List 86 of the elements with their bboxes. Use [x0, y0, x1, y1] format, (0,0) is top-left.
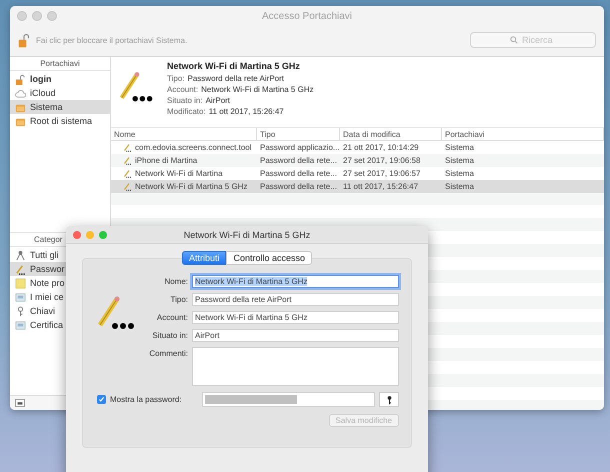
field-label: Tipo:: [167, 74, 184, 83]
table-cell: Password della rete...: [260, 156, 337, 165]
table-cell: Network Wi-Fi di Martina 5 GHz: [135, 182, 248, 191]
field-label: Account:: [156, 312, 189, 324]
pencil-icon: [15, 264, 26, 274]
field-label: Nome:: [163, 276, 189, 288]
table-cell: Password applicazio...: [260, 143, 340, 152]
tab[interactable]: Attributi: [182, 251, 226, 265]
column-header[interactable]: Nome: [111, 128, 257, 140]
input-field[interactable]: Network Wi-Fi di Martina 5 GHz: [192, 311, 399, 324]
category-item[interactable]: I miei ce: [10, 290, 110, 304]
key-icon: [15, 306, 26, 316]
table-cell: iPhone di Martina: [135, 156, 198, 165]
field-label: Situato in:: [151, 330, 189, 342]
table-cell: Password della rete...: [260, 182, 337, 191]
section-header: Portachiavi: [10, 57, 110, 71]
keychain-item[interactable]: Sistema: [10, 100, 110, 114]
category-item[interactable]: Tutti gli: [10, 248, 110, 262]
table-cell: Sistema: [445, 156, 474, 165]
checkbox[interactable]: [97, 395, 106, 404]
field-label: Situato in:: [167, 96, 203, 105]
table-cell: Password della rete...: [260, 169, 337, 178]
column-header[interactable]: Tipo: [257, 128, 340, 140]
field-label: Commenti:: [148, 348, 189, 360]
item-title: Network Wi-Fi di Martina 5 GHz: [167, 61, 301, 71]
table-cell: com.edovia.screens.connect.tool: [135, 143, 252, 152]
column-header[interactable]: Portachiavi: [442, 128, 604, 140]
certificate-icon: [15, 320, 26, 330]
keychain-item[interactable]: Root di sistema: [10, 114, 110, 128]
keychain-item[interactable]: login: [10, 72, 110, 86]
checkbox-label: Mostra la password:: [110, 395, 182, 404]
window-control[interactable]: [47, 11, 57, 21]
field-label: Account:: [167, 85, 198, 94]
table-cell: Sistema: [445, 143, 474, 152]
table-cell: 21 ott 2017, 10:14:29: [343, 143, 419, 152]
pencil-icon: [123, 182, 132, 191]
table-cell: Network Wi-Fi di Martina: [135, 169, 223, 178]
table-row[interactable]: Network Wi-Fi di Martina Password della rete... 27 set 2017, 19:06:57 Sistema: [111, 167, 604, 180]
tab[interactable]: Controllo accesso: [226, 251, 312, 265]
certificate-icon: [15, 292, 26, 302]
keychain-item[interactable]: iCloud: [10, 86, 110, 100]
table-row[interactable]: iPhone di Martina Password della rete... 27 set 2017, 19:06:58 Sistema: [111, 154, 604, 167]
person-icon: [15, 250, 26, 260]
lock-icon[interactable]: [18, 32, 30, 48]
category-item[interactable]: Chiavi: [10, 304, 110, 318]
table-row[interactable]: Network Wi-Fi di Martina 5 GHz Password della rete... 11 ott 2017, 15:26:47 Sistema: [111, 180, 604, 193]
window-title: Accesso Portachiavi: [262, 10, 352, 22]
window-control[interactable]: [17, 11, 27, 21]
table-cell: Sistema: [445, 182, 474, 191]
field-value: Password della rete AirPort: [188, 74, 284, 83]
field-value: 11 ott 2017, 15:26:47: [208, 107, 284, 116]
zoom-button[interactable]: [99, 230, 107, 238]
note-icon: [15, 278, 26, 288]
pencil-icon: [123, 143, 132, 152]
table-cell: 11 ott 2017, 15:26:47: [343, 182, 418, 191]
table-cell: 27 set 2017, 19:06:57: [343, 169, 420, 178]
key-icon: [386, 394, 392, 404]
field-label: Modificato:: [167, 107, 206, 116]
pencil-icon: [123, 156, 132, 165]
table-row[interactable]: com.edovia.screens.connect.tool Password applicazio... 21 ott 2017, 10:14:29 Sistema: [111, 141, 604, 154]
category-item[interactable]: Note pro: [10, 276, 110, 290]
column-header[interactable]: Data di modifica: [340, 128, 442, 140]
table-cell: 27 set 2017, 19:06:58: [343, 156, 420, 165]
window-control[interactable]: [32, 11, 42, 21]
input-field[interactable]: Network Wi-Fi di Martina 5 GHz: [192, 275, 399, 288]
cloud-icon: [15, 88, 26, 98]
field-value: Network Wi-Fi di Martina 5 GHz: [201, 85, 314, 94]
close-button[interactable]: [73, 230, 81, 238]
dialog-title: Network Wi-Fi di Martina 5 GHz: [184, 230, 310, 240]
category-item[interactable]: Certifica: [10, 318, 110, 332]
comments-field[interactable]: [192, 347, 399, 386]
search-icon: [510, 36, 518, 44]
table-cell: Sistema: [445, 169, 474, 178]
password-field[interactable]: [202, 392, 375, 407]
input-field[interactable]: Password della rete AirPort: [192, 293, 399, 306]
section-header: Categor: [34, 235, 62, 244]
info-toggle-icon[interactable]: [15, 399, 25, 407]
field-label: Tipo:: [170, 294, 189, 306]
key-button[interactable]: [379, 392, 399, 407]
pencil-icon: [123, 169, 132, 178]
input-field[interactable]: AirPort: [192, 329, 399, 342]
password-icon: [97, 295, 137, 331]
minimize-button[interactable]: [86, 230, 94, 238]
lock-hint: Fai clic per bloccare il portachiavi Sistema.: [36, 36, 188, 44]
lock-icon: [15, 74, 26, 84]
field-value: AirPort: [206, 96, 230, 105]
